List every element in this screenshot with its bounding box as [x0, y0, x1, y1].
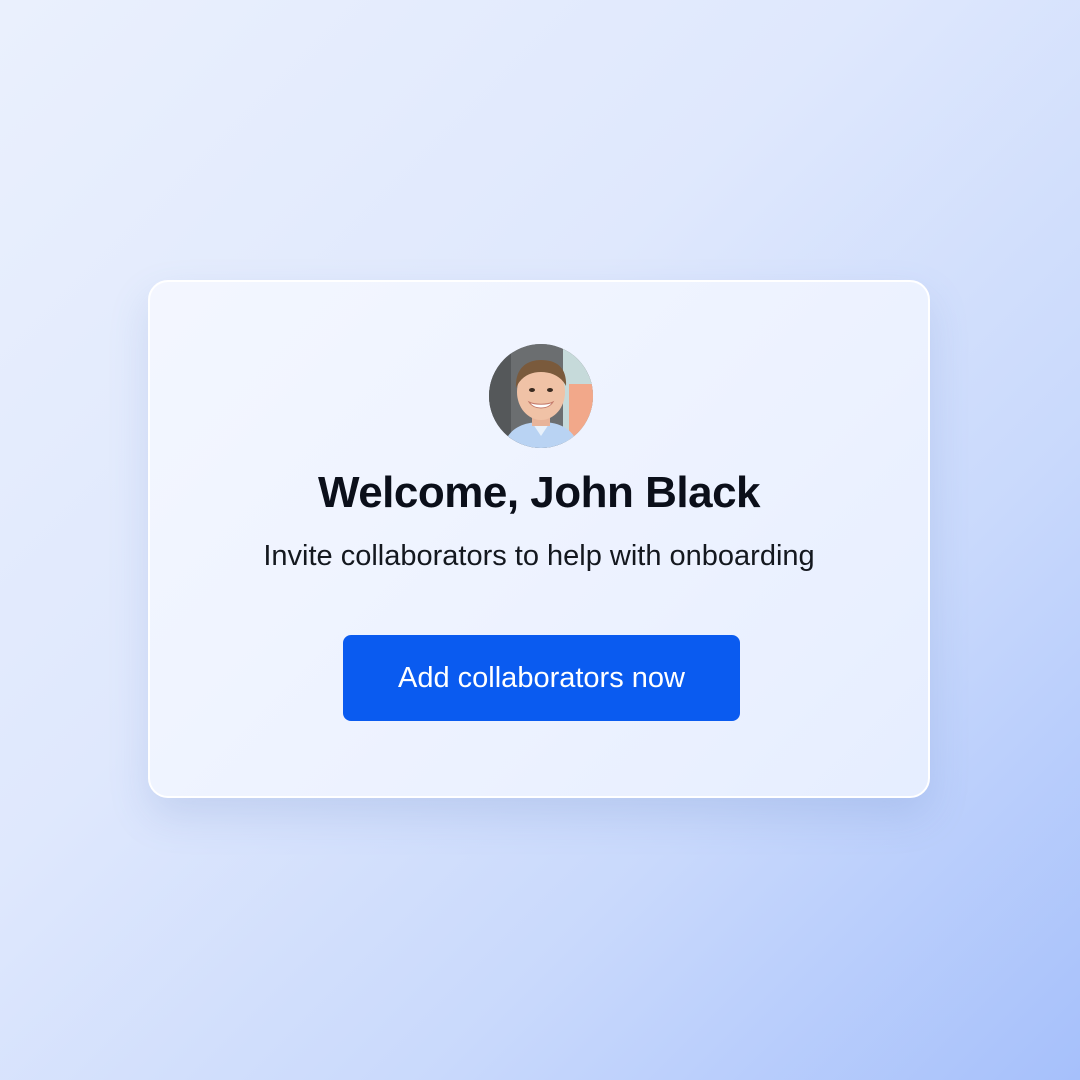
user-photo-icon [489, 344, 593, 448]
welcome-card: Welcome, John Black Invite collaborators… [148, 280, 930, 798]
add-collaborators-button[interactable]: Add collaborators now [343, 635, 740, 721]
avatar [489, 344, 593, 448]
welcome-title: Welcome, John Black [317, 468, 761, 517]
welcome-subtitle: Invite collaborators to help with onboar… [263, 540, 815, 572]
